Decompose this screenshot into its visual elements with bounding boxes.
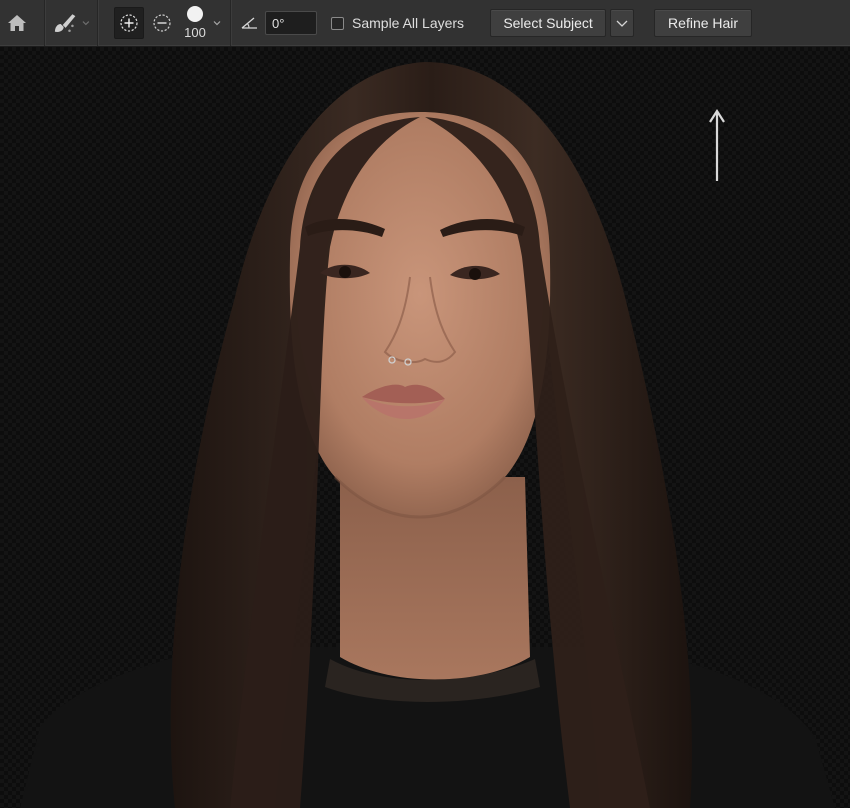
- brush-size-picker[interactable]: 100: [180, 3, 210, 43]
- separator: [230, 0, 231, 46]
- brush-size-value: 100: [184, 25, 206, 40]
- document-canvas[interactable]: [0, 47, 850, 808]
- subtract-from-selection-button[interactable]: [148, 8, 176, 38]
- separator: [97, 0, 98, 46]
- add-to-selection-button[interactable]: [114, 7, 144, 39]
- annotation-arrow-icon: [709, 108, 725, 181]
- sample-all-layers-label[interactable]: Sample All Layers: [352, 15, 464, 31]
- home-button[interactable]: [2, 8, 32, 38]
- quick-selection-brush-icon: [54, 14, 76, 33]
- chevron-down-icon: [616, 20, 628, 27]
- chevron-down-icon[interactable]: [212, 18, 222, 28]
- sample-all-layers-checkbox[interactable]: [331, 16, 344, 30]
- angle-icon: [241, 17, 257, 29]
- select-subject-button[interactable]: Select Subject: [490, 9, 607, 37]
- subtract-from-selection-icon: [153, 14, 171, 32]
- home-icon: [8, 15, 26, 31]
- separator: [44, 0, 45, 46]
- select-subject-dropdown[interactable]: [610, 9, 635, 37]
- photoshop-workspace: 100 Sample All Layers Select Subject Ref…: [0, 0, 850, 808]
- refine-hair-button[interactable]: Refine Hair: [654, 9, 753, 37]
- brush-angle-input[interactable]: [265, 11, 317, 35]
- chevron-down-icon: [82, 21, 90, 26]
- brush-tip-icon: [187, 6, 203, 22]
- brush-angle-label: [241, 8, 259, 38]
- tool-preset-picker[interactable]: [51, 8, 91, 38]
- add-to-selection-icon: [120, 14, 138, 32]
- options-bar: 100 Sample All Layers Select Subject Ref…: [0, 0, 850, 47]
